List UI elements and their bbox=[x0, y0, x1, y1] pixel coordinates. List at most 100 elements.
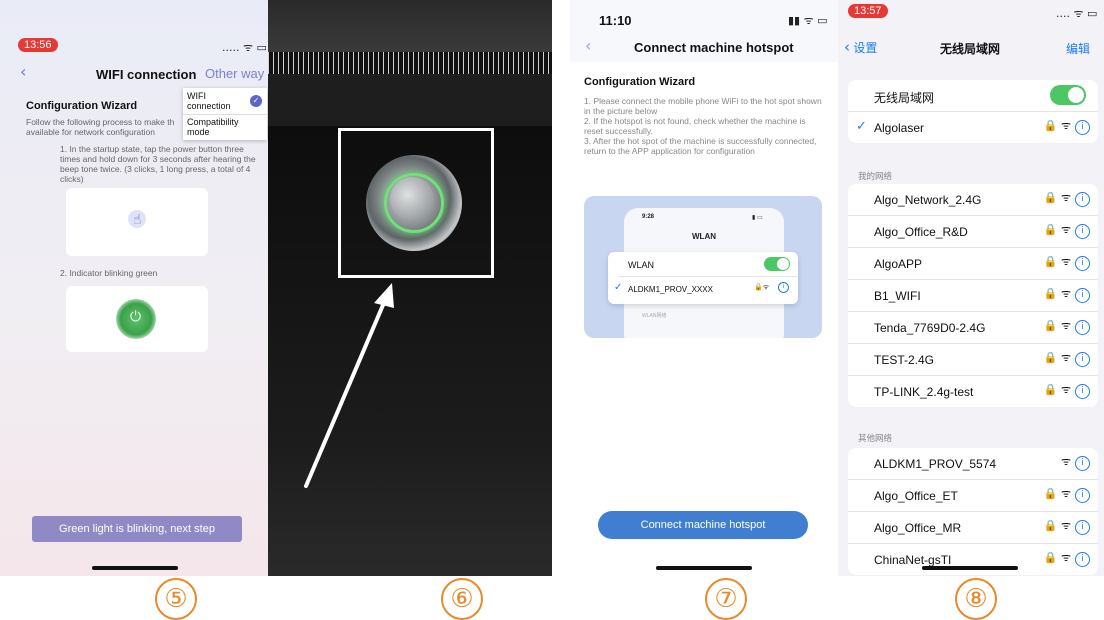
info-icon[interactable]: i bbox=[1075, 520, 1090, 535]
info-icon[interactable]: i bbox=[1075, 552, 1090, 567]
network-row[interactable]: TEST-2.4G 🔒 ᯤi bbox=[848, 344, 1098, 376]
next-step-button[interactable]: Green light is blinking, next step bbox=[32, 516, 242, 542]
network-name: Tenda_7769D0-2.4G bbox=[874, 321, 986, 335]
menu-divider bbox=[183, 114, 267, 115]
mock-toggle bbox=[764, 257, 790, 271]
back-button[interactable]: ‹ 设置 bbox=[844, 38, 877, 56]
network-row[interactable]: Algo_Office_ET 🔒 ᯤi bbox=[848, 480, 1098, 512]
other-networks-list: ALDKM1_PROV_5574 ᯤ i Algo_Office_ET 🔒 ᯤ i Algo… bbox=[848, 448, 1098, 575]
network-row[interactable]: AlgoAPP 🔒 ᯤi bbox=[848, 248, 1098, 280]
network-name: Algo_Office_R&D bbox=[874, 225, 968, 239]
lock-wifi-icon: 🔒 ᯤi bbox=[1044, 286, 1090, 303]
my-networks-label: 我的网络 bbox=[858, 171, 893, 181]
network-row[interactable]: Algo_Office_R&D 🔒 ᯤi bbox=[848, 216, 1098, 248]
my-networks-list: Algo_Network_2.4G 🔒 ᯤ i Algo_Office_R&D 🔒 ᯤi… bbox=[848, 184, 1098, 407]
network-name: ChinaNet-gsTI bbox=[874, 553, 952, 567]
network-name: TEST-2.4G bbox=[874, 353, 935, 367]
network-row[interactable]: ChinaNet-gsTI 🔒 ᯤi bbox=[848, 544, 1098, 575]
machine-photo bbox=[268, 0, 552, 576]
back-label: 设置 bbox=[853, 41, 878, 55]
network-name: ALDKM1_PROV_5574 bbox=[874, 457, 997, 471]
ios-wifi-settings: 13:57 .... ᯤ ▭ ‹ 设置 无线局域网 编辑 无线局域网 ✓ Alg… bbox=[838, 0, 1104, 576]
network-name: Algo_Office_ET bbox=[874, 489, 958, 503]
step-badge-5: ⑤ bbox=[155, 578, 197, 620]
info-icon[interactable]: i bbox=[1075, 256, 1090, 271]
status-time: 11:10 bbox=[599, 13, 632, 28]
connect-hotspot-button[interactable]: Connect machine hotspot bbox=[598, 511, 808, 539]
home-indicator bbox=[656, 566, 752, 570]
intro-text-2: available for network configuration bbox=[26, 127, 155, 137]
indicator-illustration: ⏻ bbox=[66, 286, 208, 352]
mock-info-icon: i bbox=[778, 282, 789, 293]
info-icon[interactable]: i bbox=[1075, 456, 1090, 471]
lock-wifi-icon: 🔒 ᯤi bbox=[1044, 550, 1090, 567]
mock-time: 9:28 bbox=[642, 214, 655, 220]
info-icon[interactable]: i bbox=[1075, 488, 1090, 503]
back-icon[interactable]: ‹ bbox=[20, 62, 26, 81]
network-row[interactable]: Tenda_7769D0-2.4G 🔒 ᯤi bbox=[848, 312, 1098, 344]
step-badge-6: ⑥ bbox=[441, 578, 483, 620]
info-icon[interactable]: i bbox=[1075, 224, 1090, 239]
mock-wlan-label: WLAN bbox=[628, 260, 655, 270]
network-row[interactable]: B1_WIFI 🔒 ᯤi bbox=[848, 280, 1098, 312]
wizard-title: Configuration Wizard bbox=[26, 100, 138, 112]
chevron-left-icon: ‹ bbox=[844, 38, 850, 56]
edit-button[interactable]: 编辑 bbox=[1066, 40, 1090, 57]
check-icon: ✓ bbox=[856, 119, 867, 134]
page-title: WIFI connection bbox=[96, 67, 197, 82]
arrow-icon bbox=[304, 283, 394, 488]
info-icon[interactable]: i bbox=[1075, 288, 1090, 303]
step-badge-7: ⑦ bbox=[705, 578, 747, 620]
info-icon[interactable]: i bbox=[1075, 320, 1090, 335]
info-icon[interactable]: i bbox=[1075, 120, 1090, 135]
connected-network-row[interactable]: ✓ Algolaser 🔒 ᯤi bbox=[848, 112, 1098, 143]
network-row[interactable]: TP-LINK_2.4g-test 🔒 ᯤi bbox=[848, 376, 1098, 407]
mock-lock-wifi-icon: 🔒ᯤ bbox=[754, 283, 770, 291]
lock-wifi-icon: 🔒 ᯤi bbox=[1044, 382, 1090, 399]
lock-wifi-icon: 🔒 ᯤi bbox=[1044, 190, 1090, 207]
status-time: 13:57 bbox=[848, 4, 888, 18]
other-networks-label: 其他网络 bbox=[858, 433, 893, 443]
menu-item-compat[interactable]: Compatibility mode bbox=[187, 117, 257, 137]
network-name: TP-LINK_2.4g-test bbox=[874, 385, 974, 399]
step1-text: 1. In the startup state, tap the power b… bbox=[60, 144, 256, 184]
power-icon: ⏻ bbox=[130, 309, 142, 325]
wizard-title: Configuration Wizard bbox=[584, 76, 696, 88]
network-row[interactable]: Algo_Network_2.4G 🔒 ᯤi bbox=[848, 184, 1098, 216]
lock-wifi-icon: 🔒 ᯤi bbox=[1044, 318, 1090, 335]
mode-menu: WIFI connection ✓ Compatibility mode bbox=[183, 88, 267, 140]
check-icon: ✓ bbox=[250, 95, 262, 107]
info-icon[interactable]: i bbox=[1075, 384, 1090, 399]
wlan-toggle-row: 无线局域网 bbox=[848, 80, 1098, 112]
network-row[interactable]: Algo_Office_MR 🔒 ᯤi bbox=[848, 512, 1098, 544]
other-way-button[interactable]: Other way bbox=[205, 66, 264, 81]
wifi-connection-screen: 13:56 ..... ᯤ ▭ ‹ WIFI connection Other … bbox=[0, 0, 268, 576]
intro-text: Follow the following process to make th bbox=[26, 117, 175, 127]
instructions-text: 1. Please connect the mobile phone WiFi … bbox=[584, 96, 822, 156]
page-title: 无线局域网 bbox=[940, 42, 1001, 56]
status-time: 13:56 bbox=[18, 38, 58, 52]
status-icons: ▮▮ ᯤ ▭ bbox=[788, 14, 828, 27]
mock-network: ALDKM1_PROV_XXXX bbox=[628, 285, 713, 294]
lock-wifi-icon: 🔒 ᯤi bbox=[1044, 254, 1090, 271]
network-name: Algo_Office_MR bbox=[874, 521, 962, 535]
status-icons: ..... ᯤ ▭ bbox=[222, 41, 267, 54]
network-row[interactable]: ALDKM1_PROV_5574 ᯤ i bbox=[848, 448, 1098, 480]
lock-wifi-icon: 🔒 ᯤi bbox=[1044, 118, 1090, 135]
page-title: Connect machine hotspot bbox=[634, 40, 794, 55]
network-name: Algo_Network_2.4G bbox=[874, 193, 982, 207]
menu-item-wifi[interactable]: WIFI connection bbox=[187, 91, 239, 111]
wifi-icon: ᯤi bbox=[1061, 454, 1090, 471]
lock-wifi-icon: 🔒 ᯤi bbox=[1044, 222, 1090, 239]
network-name: Algolaser bbox=[874, 121, 925, 135]
step2-text: 2. Indicator blinking green bbox=[60, 268, 158, 278]
info-icon[interactable]: i bbox=[1075, 192, 1090, 207]
lock-wifi-icon: 🔒 ᯤi bbox=[1044, 486, 1090, 503]
back-icon[interactable]: ‹ bbox=[585, 36, 591, 55]
tap-illustration: ☝ bbox=[66, 188, 208, 256]
info-icon[interactable]: i bbox=[1075, 352, 1090, 367]
mock-wlan-card: WLAN ✓ ALDKM1_PROV_XXXX 🔒ᯤ i bbox=[608, 252, 798, 304]
wlan-toggle[interactable] bbox=[1050, 85, 1086, 105]
lock-wifi-icon: 🔒 ᯤi bbox=[1044, 350, 1090, 367]
step-badge-8: ⑧ bbox=[955, 578, 997, 620]
